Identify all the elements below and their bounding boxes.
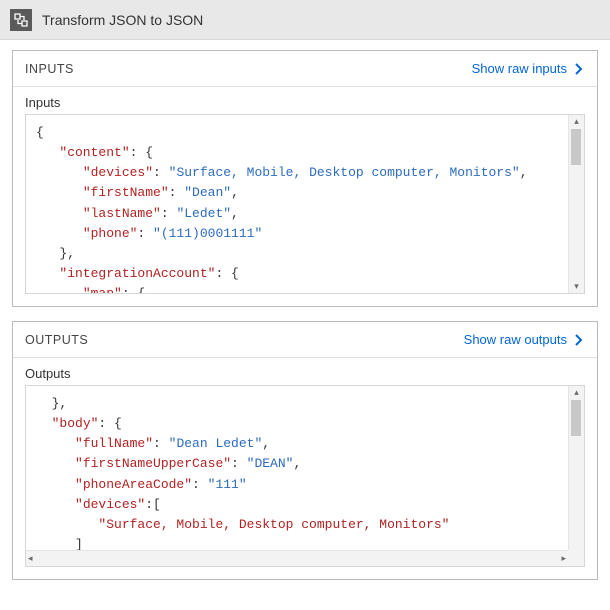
transform-icon bbox=[10, 9, 32, 31]
show-raw-inputs-link[interactable]: Show raw inputs bbox=[472, 61, 587, 77]
page-title: Transform JSON to JSON bbox=[42, 12, 203, 28]
inputs-panel: INPUTS Show raw inputs Inputs { "content… bbox=[12, 50, 598, 307]
scrollbar-corner bbox=[568, 550, 584, 566]
outputs-vscrollbar[interactable]: ▴ ▾ bbox=[568, 386, 584, 566]
scroll-right-icon: ▸ bbox=[561, 553, 566, 564]
scroll-up-icon: ▴ bbox=[574, 115, 579, 128]
show-raw-outputs-label: Show raw outputs bbox=[464, 332, 567, 347]
outputs-code-box: }, "body": { "fullName": "Dean Ledet", "… bbox=[25, 385, 585, 567]
outputs-sublabel: Outputs bbox=[13, 358, 597, 385]
chevron-right-icon bbox=[571, 61, 587, 77]
scroll-left-icon: ◂ bbox=[28, 553, 33, 564]
show-raw-outputs-link[interactable]: Show raw outputs bbox=[464, 332, 587, 348]
inputs-heading: INPUTS bbox=[25, 62, 74, 76]
outputs-panel: OUTPUTS Show raw outputs Outputs }, "bod… bbox=[12, 321, 598, 580]
inputs-vscrollbar[interactable]: ▴ ▾ bbox=[568, 115, 584, 293]
chevron-right-icon bbox=[571, 332, 587, 348]
scroll-thumb[interactable] bbox=[571, 129, 581, 165]
content: INPUTS Show raw inputs Inputs { "content… bbox=[0, 40, 610, 580]
outputs-hscrollbar[interactable]: ◂ ▸ bbox=[26, 550, 568, 566]
inputs-code-box: { "content": { "devices": "Surface, Mobi… bbox=[25, 114, 585, 294]
outputs-header: OUTPUTS Show raw outputs bbox=[13, 322, 597, 358]
scroll-up-icon: ▴ bbox=[574, 386, 579, 399]
scroll-down-icon: ▾ bbox=[574, 280, 579, 293]
show-raw-inputs-label: Show raw inputs bbox=[472, 61, 567, 76]
inputs-code[interactable]: { "content": { "devices": "Surface, Mobi… bbox=[26, 115, 584, 293]
titlebar: Transform JSON to JSON bbox=[0, 0, 610, 40]
outputs-code[interactable]: }, "body": { "fullName": "Dean Ledet", "… bbox=[26, 386, 584, 550]
scroll-thumb[interactable] bbox=[571, 400, 581, 436]
inputs-sublabel: Inputs bbox=[13, 87, 597, 114]
outputs-heading: OUTPUTS bbox=[25, 333, 88, 347]
inputs-header: INPUTS Show raw inputs bbox=[13, 51, 597, 87]
